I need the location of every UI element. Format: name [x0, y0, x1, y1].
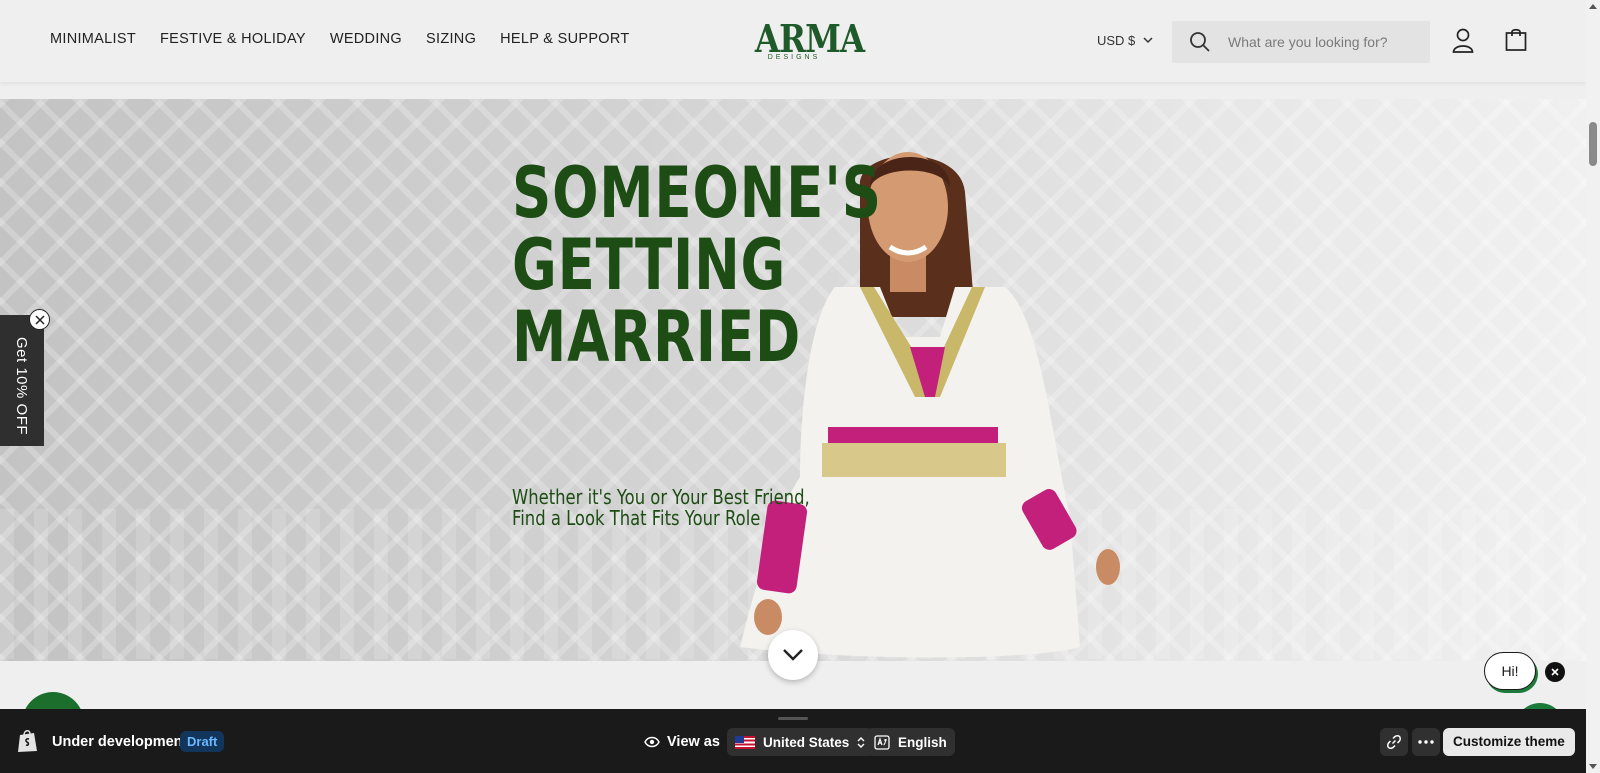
nav-sizing[interactable]: SIZING — [426, 31, 476, 47]
close-icon — [1551, 668, 1559, 676]
language-selector[interactable]: English — [866, 728, 955, 756]
subline-line-1: Whether it's You or Your Best Friend, — [512, 485, 810, 509]
chevron-down-icon — [1143, 37, 1153, 44]
currency-selector[interactable]: USD $ — [1097, 33, 1153, 48]
translate-icon — [874, 734, 890, 750]
page-scrollbar[interactable] — [1586, 0, 1600, 773]
hero-subline: Whether it's You or Your Best Friend, Fi… — [512, 487, 810, 529]
headline-line-3: MARRIED — [512, 296, 802, 378]
close-icon — [34, 314, 45, 325]
us-flag-icon — [735, 735, 755, 749]
chevron-down-icon — [783, 649, 803, 661]
customize-theme-button[interactable]: Customize theme — [1443, 728, 1575, 756]
search-bar — [1172, 21, 1430, 63]
site-header: MINIMALIST FESTIVE & HOLIDAY WEDDING SIZ… — [0, 0, 1586, 82]
currency-label: USD $ — [1097, 33, 1136, 48]
discount-tab[interactable]: Get 10% OFF — [0, 315, 44, 446]
country-label: United States — [763, 734, 850, 750]
nav-minimalist[interactable]: MINIMALIST — [50, 31, 136, 47]
discount-close-button[interactable] — [29, 309, 50, 330]
ellipsis-icon — [1418, 740, 1434, 744]
chat-greeting-bubble[interactable]: Hi! — [1484, 652, 1536, 690]
view-as-label: View as — [644, 734, 720, 750]
chevron-up-down-icon — [857, 736, 865, 748]
language-label: English — [898, 734, 947, 750]
view-as-text: View as — [667, 734, 720, 750]
chat-close-button[interactable] — [1545, 662, 1565, 682]
nav-help-support[interactable]: HELP & SUPPORT — [500, 31, 629, 47]
hero-banner[interactable]: SOMEONE'S GETTING MARRIED Whether it's Y… — [0, 99, 1586, 661]
site-logo[interactable]: ARMA DESIGNS — [748, 16, 865, 62]
scroll-up-arrow-icon[interactable] — [1589, 4, 1597, 9]
scrollbar-thumb[interactable] — [1589, 122, 1597, 166]
drag-handle[interactable] — [778, 717, 808, 720]
theme-preview-bar: Under development Draft View as United S… — [0, 709, 1586, 773]
eye-icon — [644, 736, 660, 748]
logo-wordmark: ARMA — [754, 16, 865, 61]
nav-festive-holiday[interactable]: FESTIVE & HOLIDAY — [160, 31, 306, 47]
theme-status-label: Under development — [52, 734, 188, 750]
scroll-down-arrow-icon[interactable] — [1589, 764, 1597, 769]
subline-line-2: Find a Look That Fits Your Role — [512, 506, 761, 530]
discount-tab-label: Get 10% OFF — [13, 337, 30, 436]
search-icon[interactable] — [1172, 31, 1228, 53]
headline-line-2: GETTING — [512, 224, 787, 306]
cart-icon[interactable] — [1505, 28, 1527, 57]
headline-line-1: SOMEONE'S — [512, 152, 882, 234]
account-icon[interactable] — [1452, 28, 1474, 59]
main-nav: MINIMALIST FESTIVE & HOLIDAY WEDDING SIZ… — [50, 31, 630, 47]
search-input[interactable] — [1228, 34, 1418, 50]
scroll-down-button[interactable] — [768, 630, 818, 680]
draft-badge: Draft — [180, 731, 225, 752]
nav-wedding[interactable]: WEDDING — [330, 31, 402, 47]
more-actions-button[interactable] — [1412, 728, 1440, 756]
link-icon — [1387, 735, 1401, 749]
country-selector[interactable]: United States — [727, 728, 874, 756]
hero-headline: SOMEONE'S GETTING MARRIED — [512, 157, 882, 373]
shopify-bag-icon — [16, 729, 38, 758]
share-link-button[interactable] — [1380, 728, 1408, 756]
chat-greeting-text: Hi! — [1501, 663, 1519, 679]
